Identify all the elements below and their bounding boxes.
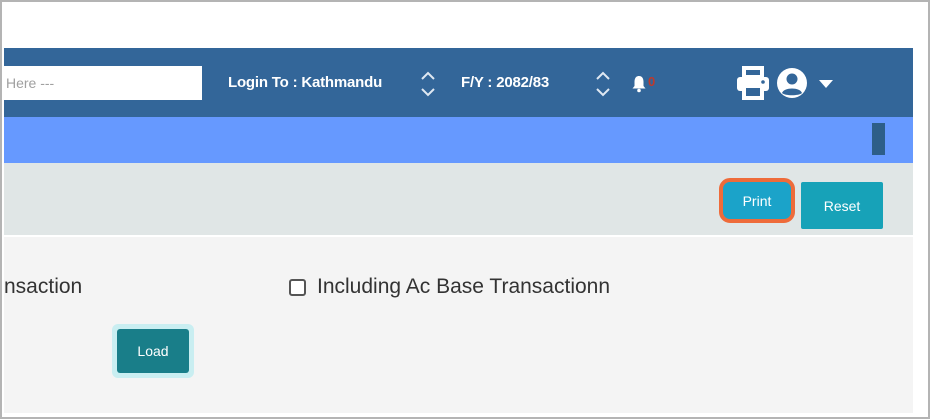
login-selector-icon[interactable] bbox=[419, 69, 437, 99]
print-button-label: Print bbox=[726, 185, 788, 216]
printer-icon[interactable] bbox=[735, 66, 771, 100]
ac-base-transaction-checkbox[interactable] bbox=[289, 279, 306, 296]
login-location: Login To : Kathmandu bbox=[228, 74, 383, 91]
load-button-label: Load bbox=[117, 329, 189, 373]
ac-base-transaction-label[interactable]: Including Ac Base Transactionn bbox=[317, 275, 610, 299]
top-navbar: Login To : Kathmandu F/Y : 2082/83 0 bbox=[4, 48, 913, 117]
reset-button[interactable]: Reset bbox=[801, 182, 883, 229]
notification-count-badge: 0 bbox=[648, 74, 656, 89]
secondary-bar bbox=[4, 117, 913, 163]
bell-icon[interactable] bbox=[632, 75, 646, 93]
frame-right-margin bbox=[913, 48, 926, 413]
transaction-option-label: nsaction bbox=[4, 275, 83, 298]
print-button[interactable]: Print bbox=[719, 178, 795, 223]
divider bbox=[4, 235, 913, 237]
search-input[interactable] bbox=[4, 66, 202, 100]
caret-down-icon[interactable] bbox=[818, 78, 834, 90]
fiscal-year-selector-icon[interactable] bbox=[594, 69, 612, 99]
fiscal-year: F/Y : 2082/83 bbox=[461, 74, 550, 91]
load-button[interactable]: Load bbox=[112, 324, 194, 378]
scrollbar-handle[interactable] bbox=[872, 123, 885, 155]
user-circle-icon[interactable] bbox=[775, 66, 809, 100]
app-window: Login To : Kathmandu F/Y : 2082/83 0 bbox=[4, 48, 913, 413]
action-toolbar: Print Reset bbox=[4, 163, 913, 235]
